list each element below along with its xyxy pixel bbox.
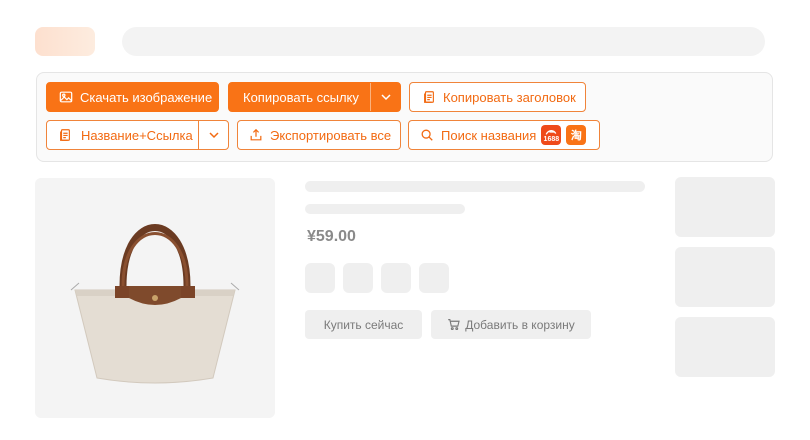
recommendation-card[interactable] bbox=[675, 317, 775, 377]
recommendation-card[interactable] bbox=[675, 247, 775, 307]
buy-now-label: Купить сейчас bbox=[323, 317, 404, 332]
search-name-label: Поиск названия bbox=[441, 127, 537, 143]
add-to-cart-label: Добавить в корзину bbox=[465, 317, 575, 332]
chevron-down-icon[interactable] bbox=[371, 83, 401, 111]
buy-now-button[interactable]: Купить сейчас bbox=[305, 310, 422, 339]
search-icon bbox=[419, 127, 435, 143]
name-link-split-button: Название+Ссылка bbox=[46, 120, 229, 150]
product-price: ¥59.00 bbox=[307, 228, 356, 245]
image-icon bbox=[58, 89, 74, 105]
subtitle-skeleton-line bbox=[305, 204, 465, 214]
search-bar-placeholder bbox=[122, 27, 765, 56]
copy-doc-icon bbox=[57, 127, 73, 143]
cart-icon bbox=[448, 319, 460, 331]
copy-link-label[interactable]: Копировать ссылку bbox=[243, 90, 359, 105]
export-icon bbox=[248, 127, 264, 143]
site-logo-placeholder bbox=[35, 27, 95, 56]
copy-title-button[interactable]: Копировать заголовок bbox=[409, 82, 586, 112]
add-to-cart-button[interactable]: Добавить в корзину bbox=[431, 310, 591, 339]
variant-swatch[interactable] bbox=[343, 263, 373, 293]
badge-1688-label: 1688 bbox=[543, 135, 560, 143]
copy-doc-icon bbox=[421, 89, 437, 105]
chevron-down-icon[interactable] bbox=[199, 121, 229, 149]
badge-taobao-icon[interactable]: 淘 bbox=[566, 125, 587, 145]
copy-title-label: Копировать заголовок bbox=[443, 89, 576, 105]
variant-swatch[interactable] bbox=[305, 263, 335, 293]
name-link-label[interactable]: Название+Ссылка bbox=[81, 128, 193, 143]
badge-1688-icon[interactable]: 1688 bbox=[541, 125, 562, 145]
tote-bag-image bbox=[70, 224, 240, 384]
product-image bbox=[35, 178, 275, 418]
variant-swatch[interactable] bbox=[419, 263, 449, 293]
recommendation-card[interactable] bbox=[675, 177, 775, 237]
export-all-label: Экспортировать все bbox=[270, 127, 392, 143]
export-all-button[interactable]: Экспортировать все bbox=[237, 120, 401, 150]
badge-taobao-label: 淘 bbox=[570, 130, 582, 142]
copy-link-split-button: Копировать ссылку bbox=[228, 82, 401, 112]
extension-toolbar: Скачать изображение Копировать ссылку Ко… bbox=[36, 72, 773, 162]
download-image-button[interactable]: Скачать изображение bbox=[46, 82, 219, 112]
search-name-button[interactable]: Поиск названия 1688 淘 bbox=[408, 120, 600, 150]
variant-swatch[interactable] bbox=[381, 263, 411, 293]
title-skeleton-line bbox=[305, 181, 645, 192]
download-image-label: Скачать изображение bbox=[80, 89, 213, 105]
